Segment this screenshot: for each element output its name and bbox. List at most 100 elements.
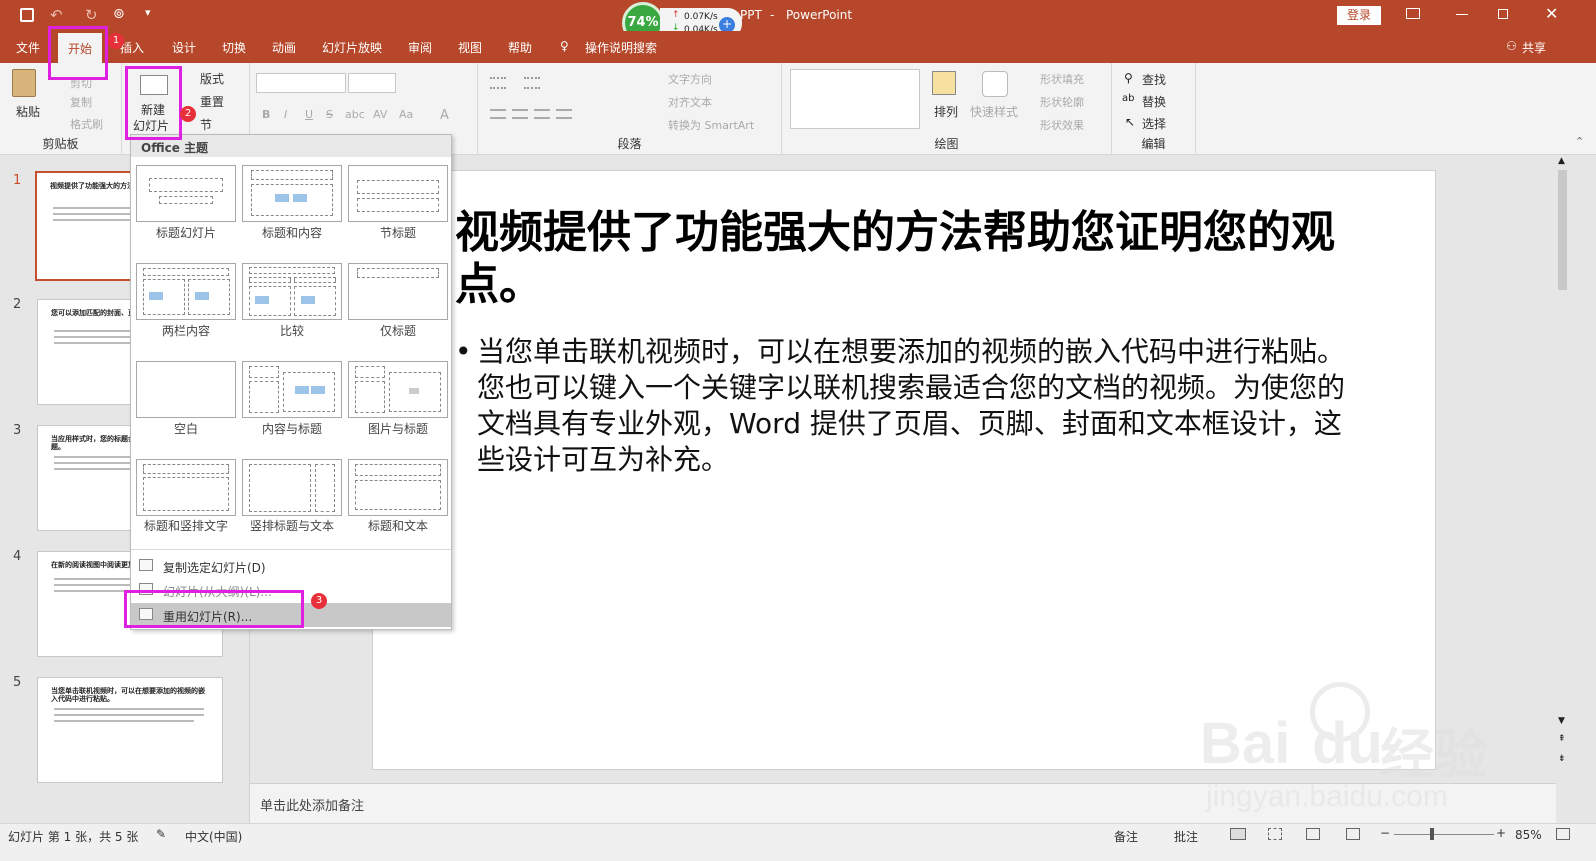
thumb-number: 3 bbox=[13, 423, 22, 438]
layout-name: 空白 bbox=[173, 422, 198, 436]
language-indicator[interactable]: 中文(中国) bbox=[185, 828, 242, 845]
slide-scrollbar[interactable]: ▲ ▼ ⇞ ⇟ bbox=[1556, 156, 1570, 783]
ribbon-display-icon[interactable] bbox=[1406, 8, 1420, 19]
layout-content-caption[interactable] bbox=[242, 361, 342, 418]
highlight-new-slide bbox=[125, 66, 182, 140]
justify-icon[interactable] bbox=[556, 109, 572, 119]
layout-comparison[interactable] bbox=[242, 263, 342, 320]
layout-picture-caption[interactable] bbox=[348, 361, 448, 418]
layout-vertical-title-text[interactable] bbox=[242, 459, 342, 516]
align-center-icon[interactable] bbox=[512, 109, 528, 119]
section-button[interactable]: 节 bbox=[200, 116, 212, 133]
editing-group: 查找 替换 选择 ⚲ ab ↖ 编辑 bbox=[1112, 63, 1196, 155]
share-button[interactable]: 共享 bbox=[1522, 39, 1546, 56]
notes-toggle[interactable]: 备注 bbox=[1114, 828, 1138, 845]
save-icon[interactable] bbox=[20, 8, 34, 22]
layout-button[interactable]: 版式 bbox=[200, 70, 224, 87]
reset-button[interactable]: 重置 bbox=[200, 93, 224, 110]
layout-title-vertical-text[interactable] bbox=[136, 459, 236, 516]
presenter-icon[interactable]: ⊚ bbox=[113, 6, 125, 22]
layout-title-text[interactable] bbox=[348, 459, 448, 516]
layout-name: 竖排标题与文本 bbox=[249, 519, 334, 533]
tab-help[interactable]: 帮助 bbox=[508, 39, 532, 56]
customize-qat-icon[interactable]: ▾ bbox=[145, 6, 151, 19]
numbering-icon[interactable] bbox=[524, 77, 540, 89]
case-button[interactable]: Aa bbox=[399, 108, 413, 121]
spellcheck-icon[interactable]: ✎ bbox=[156, 827, 166, 841]
font-size-select[interactable] bbox=[348, 73, 396, 93]
redo-icon[interactable]: ↻ bbox=[85, 6, 98, 24]
text-direction-button[interactable]: 文字方向 bbox=[668, 71, 712, 87]
login-button[interactable]: 登录 bbox=[1337, 6, 1381, 25]
layout-title-only[interactable] bbox=[348, 263, 448, 320]
tell-me-search[interactable]: 操作说明搜索 bbox=[585, 39, 657, 56]
layout-two-content[interactable] bbox=[136, 263, 236, 320]
format-painter-button[interactable]: 格式刷 bbox=[70, 116, 103, 132]
align-right-icon[interactable] bbox=[534, 109, 550, 119]
comments-toggle[interactable]: 批注 bbox=[1174, 828, 1198, 845]
align-left-icon[interactable] bbox=[490, 109, 506, 119]
layout-section-header[interactable] bbox=[348, 165, 448, 222]
layout-blank[interactable] bbox=[136, 361, 236, 418]
align-text-button[interactable]: 对齐文本 bbox=[668, 94, 712, 110]
layout-title-slide[interactable] bbox=[136, 165, 236, 222]
prev-slide-icon[interactable]: ⇞ bbox=[1558, 734, 1566, 744]
font-color-button[interactable]: A bbox=[440, 108, 449, 123]
paragraph-label: 段落 bbox=[617, 137, 642, 151]
tab-design[interactable]: 设计 bbox=[172, 39, 196, 56]
arrange-icon[interactable] bbox=[932, 71, 956, 95]
smartart-button[interactable]: 转换为 SmartArt bbox=[668, 117, 754, 133]
scroll-thumb[interactable] bbox=[1558, 170, 1567, 290]
tab-animations[interactable]: 动画 bbox=[272, 39, 296, 56]
scroll-up-icon[interactable]: ▲ bbox=[1558, 156, 1565, 166]
quick-styles-icon[interactable] bbox=[982, 71, 1008, 97]
quick-styles-button[interactable]: 快速样式 bbox=[970, 103, 1018, 120]
font-name-select[interactable] bbox=[256, 73, 346, 93]
shape-outline-button[interactable]: 形状轮廓 bbox=[1040, 94, 1084, 110]
spacing-button[interactable]: AV bbox=[373, 108, 387, 121]
layout-name: 标题和竖排文字 bbox=[143, 519, 228, 533]
undo-icon[interactable]: ↶ bbox=[50, 6, 63, 24]
shape-fill-button[interactable]: 形状填充 bbox=[1040, 71, 1084, 87]
tab-review[interactable]: 审阅 bbox=[408, 39, 432, 56]
slide-title[interactable]: 视频提供了功能强大的方法帮助您证明您的观点。 bbox=[455, 207, 1355, 311]
close-icon[interactable]: ✕ bbox=[1545, 4, 1558, 23]
menu-label: 复制选定幻灯片(D) bbox=[163, 561, 266, 575]
italic-button[interactable]: I bbox=[284, 108, 287, 121]
minimize-icon[interactable] bbox=[1456, 14, 1468, 15]
layout-title-content[interactable] bbox=[242, 165, 342, 222]
copy-button[interactable]: 复制 bbox=[70, 94, 92, 110]
notes-placeholder[interactable]: 单击此处添加备注 bbox=[260, 795, 364, 814]
replace-icon: ab bbox=[1122, 93, 1135, 104]
bold-button[interactable]: B bbox=[262, 108, 270, 121]
tab-view[interactable]: 视图 bbox=[458, 39, 482, 56]
find-button[interactable]: 查找 bbox=[1142, 71, 1166, 88]
tab-slideshow[interactable]: 幻灯片放映 bbox=[322, 39, 382, 56]
restore-icon[interactable] bbox=[1498, 9, 1508, 19]
fit-slide-icon[interactable] bbox=[1556, 828, 1570, 840]
tab-file[interactable]: 文件 bbox=[16, 39, 40, 56]
zoom-level[interactable]: 85% bbox=[1515, 828, 1542, 842]
replace-button[interactable]: 替换 bbox=[1142, 93, 1166, 110]
watermark-du: du bbox=[1312, 711, 1383, 776]
shape-effects-button[interactable]: 形状效果 bbox=[1040, 117, 1084, 133]
underline-button[interactable]: U bbox=[305, 108, 313, 121]
duplicate-slide-item[interactable]: 复制选定幻灯片(D) bbox=[131, 554, 451, 578]
tab-transitions[interactable]: 切换 bbox=[222, 39, 246, 56]
bullets-icon[interactable] bbox=[490, 77, 506, 89]
strike-button[interactable]: S bbox=[326, 108, 333, 121]
slide-body[interactable]: 当您单击联机视频时，可以在想要添加的视频的嵌入代码中进行粘贴。您也可以键入一个关… bbox=[455, 334, 1355, 478]
collapse-ribbon-icon[interactable]: ⌃ bbox=[1575, 135, 1584, 148]
select-button[interactable]: 选择 bbox=[1142, 115, 1166, 132]
layout-name: 比较 bbox=[279, 324, 304, 338]
scroll-down-icon[interactable]: ▼ bbox=[1558, 716, 1565, 726]
arrange-button[interactable]: 排列 bbox=[934, 103, 958, 120]
shadow-button[interactable]: abc bbox=[345, 108, 365, 121]
slide-thumbnail[interactable]: 当您单击联机视频时，可以在想要添加的视频的嵌入代码中进行粘贴。 bbox=[37, 677, 223, 783]
drawing-group: 排列 快速样式 形状填充 形状轮廓 形状效果 绘图 bbox=[782, 63, 1112, 155]
next-slide-icon[interactable]: ⇟ bbox=[1558, 754, 1566, 764]
shapes-gallery[interactable] bbox=[790, 69, 920, 129]
paste-icon[interactable] bbox=[12, 69, 36, 97]
paste-button[interactable]: 粘贴 bbox=[16, 103, 40, 120]
clipboard-label: 剪贴板 bbox=[42, 137, 79, 151]
